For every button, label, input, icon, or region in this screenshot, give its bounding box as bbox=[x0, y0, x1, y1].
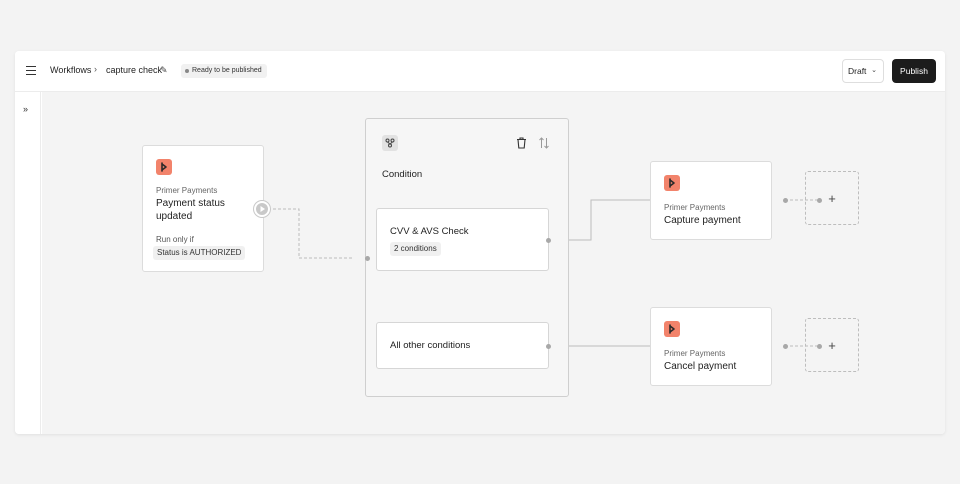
workflow-canvas[interactable]: Primer Payments Payment status updated R… bbox=[42, 92, 945, 434]
action-app-name: Primer Payments bbox=[664, 203, 726, 212]
primer-logo-icon bbox=[156, 159, 172, 175]
add-step-button[interactable]: + bbox=[805, 171, 859, 225]
trigger-title-line2: updated bbox=[156, 211, 193, 222]
version-select[interactable]: Draft ⌄ bbox=[842, 59, 884, 83]
top-bar: Workflows › capture check ✎ Ready to be … bbox=[15, 51, 945, 92]
status-badge-label: Ready to be published bbox=[192, 67, 262, 74]
chevron-down-icon: ⌄ bbox=[871, 67, 877, 74]
branch-icon bbox=[382, 135, 398, 151]
expand-sidebar-icon[interactable]: » bbox=[23, 104, 28, 114]
trash-icon[interactable] bbox=[516, 136, 527, 154]
branch-label: All other conditions bbox=[390, 340, 471, 351]
condition-group[interactable]: Condition CVV & AVS Check 2 conditions A… bbox=[365, 118, 569, 397]
trigger-app-name: Primer Payments bbox=[156, 186, 218, 195]
connector-dot bbox=[546, 238, 551, 243]
connector-dot bbox=[783, 198, 788, 203]
connector-dot bbox=[365, 256, 370, 261]
branch-cvv-avs[interactable]: CVV & AVS Check 2 conditions bbox=[376, 208, 549, 271]
trigger-node[interactable]: Primer Payments Payment status updated R… bbox=[142, 145, 264, 272]
breadcrumb-workflows[interactable]: Workflows bbox=[50, 65, 91, 75]
menu-icon[interactable] bbox=[26, 66, 36, 75]
action-title: Capture payment bbox=[664, 215, 741, 226]
conditions-count-chip: 2 conditions bbox=[390, 242, 441, 256]
status-badge: Ready to be published bbox=[181, 64, 267, 78]
trigger-condition-chip: Status is AUTHORIZED bbox=[153, 246, 246, 260]
plus-icon: + bbox=[828, 337, 836, 353]
plus-icon: + bbox=[828, 190, 836, 206]
connector-dot bbox=[546, 344, 551, 349]
branch-all-other[interactable]: All other conditions bbox=[376, 322, 549, 369]
version-select-label: Draft bbox=[848, 66, 867, 76]
workflow-name: capture check bbox=[106, 65, 163, 75]
status-dot-icon bbox=[185, 69, 189, 73]
primer-logo-icon bbox=[664, 175, 680, 191]
primer-logo-icon bbox=[664, 321, 680, 337]
action-title: Cancel payment bbox=[664, 361, 737, 372]
action-app-name: Primer Payments bbox=[664, 349, 726, 358]
play-icon[interactable] bbox=[254, 201, 270, 217]
pencil-icon[interactable]: ✎ bbox=[160, 65, 168, 76]
condition-title: Condition bbox=[382, 169, 423, 180]
chevron-right-icon: › bbox=[94, 64, 97, 74]
publish-button[interactable]: Publish bbox=[892, 59, 936, 83]
add-step-button[interactable]: + bbox=[805, 318, 859, 372]
connector-dot bbox=[783, 344, 788, 349]
action-node-cancel-payment[interactable]: Primer Payments Cancel payment bbox=[650, 307, 772, 386]
branch-label: CVV & AVS Check bbox=[390, 226, 469, 237]
reorder-icon[interactable] bbox=[538, 136, 550, 154]
run-only-if-label: Run only if bbox=[156, 235, 194, 244]
sidebar: » bbox=[15, 92, 41, 434]
trigger-title-line1: Payment status bbox=[156, 198, 225, 209]
edge-trigger-to-condition bbox=[263, 208, 352, 259]
action-node-capture-payment[interactable]: Primer Payments Capture payment bbox=[650, 161, 772, 240]
workflow-editor: Workflows › capture check ✎ Ready to be … bbox=[15, 51, 945, 434]
